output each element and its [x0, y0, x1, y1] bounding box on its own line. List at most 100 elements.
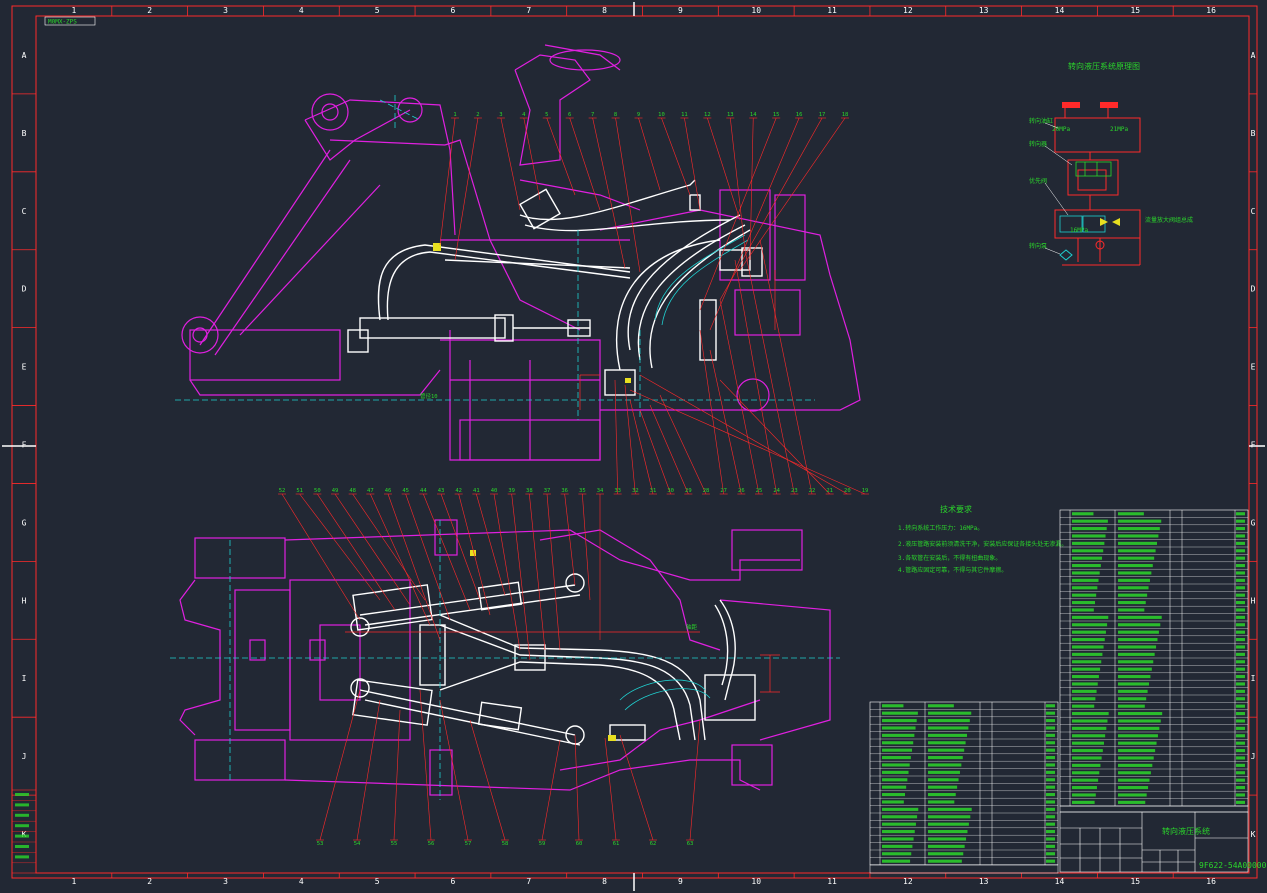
bom-cell [882, 800, 904, 804]
bom-cell [1236, 541, 1245, 545]
zone-column-label: 11 [827, 877, 837, 886]
zone-column-label: 14 [1055, 6, 1065, 15]
svg-text:16MPa: 16MPa [1070, 227, 1088, 234]
bom-cell [1236, 756, 1245, 760]
bom-cell [1046, 807, 1055, 811]
zone-column-label: 11 [827, 6, 837, 15]
bom-cell [1236, 564, 1245, 568]
zone-column-label: 3 [223, 877, 228, 886]
bom-cell [1072, 645, 1104, 649]
bom-cell [928, 741, 966, 745]
zone-row-label: B [22, 129, 27, 138]
balloon-number: 35 [579, 488, 586, 494]
bom-cell [882, 830, 915, 834]
leader-line [393, 709, 401, 841]
zone-row-label: C [1251, 207, 1256, 216]
zone-column-label: 4 [299, 6, 304, 15]
balloon-number: 15 [773, 112, 780, 118]
zone-column-label: 15 [1130, 6, 1140, 15]
bom-cell [1118, 763, 1153, 767]
zone-row-label: G [1251, 518, 1256, 527]
bom-cell [1072, 704, 1095, 708]
bom-cell [1118, 593, 1148, 597]
bom-cell [1046, 793, 1055, 797]
balloon-number: 18 [842, 112, 849, 118]
leaders-bottom: 53 54 55 56 57 58 59 60 61 62 63 [316, 689, 701, 847]
bom-cell [1072, 519, 1108, 523]
bom-cell [928, 711, 972, 715]
bom-cell [1236, 512, 1245, 516]
bom-cell [1072, 741, 1104, 745]
bom-cell [1072, 608, 1094, 612]
leader-line [759, 239, 813, 495]
bom-cell [882, 852, 912, 856]
bom-cell [1118, 615, 1162, 619]
bom-cell [928, 704, 954, 708]
svg-text:21MPa: 21MPa [1110, 126, 1128, 133]
balloon-number: 11 [681, 112, 688, 118]
bom-cell [1046, 748, 1055, 752]
bom-cell [1236, 675, 1245, 679]
bom-cell [928, 756, 963, 760]
zone-row-label: J [22, 752, 27, 761]
leader-line [749, 117, 754, 261]
title-block: 转向液压系统 9F622-54A00000 [1059, 811, 1267, 873]
balloon-number: 52 [279, 488, 286, 494]
bom-cell [1118, 534, 1159, 538]
tech-note-line: 4.管路应固定可靠，不得与其它件摩擦。 [898, 566, 1007, 574]
bom-cell [1236, 697, 1245, 701]
bom-cell [1236, 712, 1245, 716]
bom-cell [928, 763, 962, 767]
zone-row-label: K [22, 830, 27, 839]
bom-cell [1118, 756, 1154, 760]
bom-cell [928, 822, 969, 826]
bom-cell [1046, 711, 1055, 715]
svg-text:转向泵: 转向泵 [1029, 242, 1047, 250]
bom-cell [1072, 682, 1098, 686]
bom-cell [1118, 786, 1149, 790]
zone-column-label: 1 [71, 877, 76, 886]
svg-text:转向油缸: 转向油缸 [1029, 117, 1053, 125]
zone-column-label: 4 [299, 877, 304, 886]
bom-cell [1236, 689, 1245, 693]
bom-cell [882, 704, 904, 708]
balloon-number: 34 [597, 488, 604, 494]
bom-cell [1072, 512, 1094, 516]
tech-notes-title: 技术要求 [940, 504, 972, 514]
zone-row-label: H [1251, 596, 1256, 605]
zone-column-label: 15 [1130, 877, 1140, 886]
bom-cell [1072, 800, 1095, 804]
bom-cell [1118, 682, 1150, 686]
balloon-number: 27 [720, 488, 727, 494]
balloon-number: 23 [791, 488, 798, 494]
balloon-number: 7 [591, 112, 594, 118]
zone-column-label: 16 [1206, 877, 1216, 886]
bom-cell [1118, 512, 1144, 516]
balloon-number: 5 [545, 112, 548, 118]
bom-cell [1236, 527, 1245, 531]
zone-row-label: B [1251, 129, 1256, 138]
bom-cell [1072, 726, 1107, 730]
bom-cell [1118, 564, 1153, 568]
bom-cell [1118, 675, 1151, 679]
balloon-number: 4 [522, 112, 526, 118]
tech-note-line: 3.各软管在安装后，不得有扭曲现象。 [898, 554, 1001, 562]
bom-cell [1046, 763, 1055, 767]
zone-column-label: 6 [451, 6, 456, 15]
balloon-number: 36 [561, 488, 568, 494]
leader-line [604, 737, 617, 841]
balloon-number: 61 [613, 841, 620, 847]
bom-cell [1236, 630, 1245, 634]
balloon-number: 25 [756, 488, 763, 494]
balloon-number: 9 [637, 112, 640, 118]
bom-cell [1236, 719, 1245, 723]
zone-row-label: K [1251, 830, 1256, 839]
zone-row-label: H [22, 596, 27, 605]
leader-line [739, 117, 846, 271]
balloon-number: 8 [614, 112, 617, 118]
axis-dim-label: 轴距 [686, 623, 698, 631]
bom-header [869, 864, 1059, 874]
bom-cell [1118, 556, 1155, 560]
bom-cell [882, 719, 917, 723]
parts-list-right [1059, 509, 1249, 813]
